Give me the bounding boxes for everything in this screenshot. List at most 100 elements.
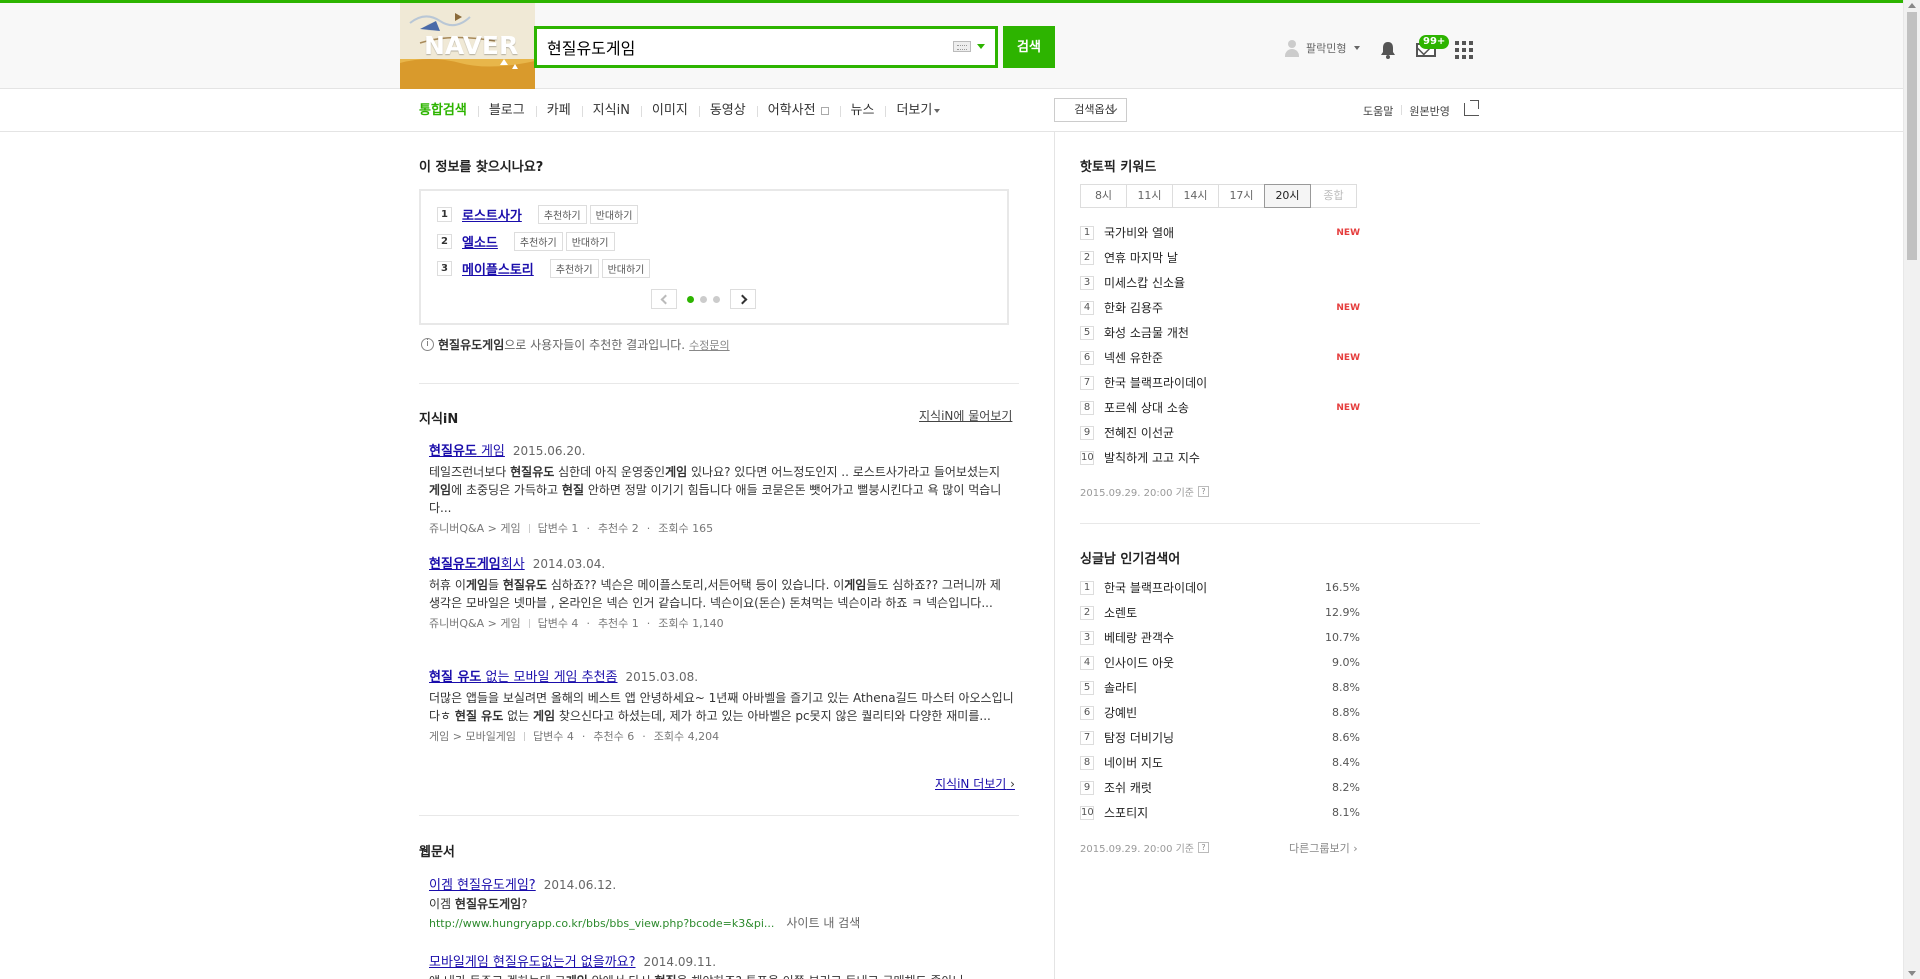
keyword-link[interactable]: 한국 블랙프라이데이 (1104, 374, 1207, 391)
pager-dot[interactable] (700, 295, 707, 303)
scroll-thumb[interactable] (1907, 12, 1917, 260)
tab-image[interactable]: 이미지 (640, 89, 699, 132)
tab-cafe[interactable]: 카페 (535, 89, 582, 132)
result-title-link[interactable]: 현질유도게임회사 (429, 557, 525, 572)
hour-tab[interactable]: 17시 (1218, 184, 1265, 208)
result-title-link[interactable]: 현질유도 게임 (429, 444, 505, 459)
help-icon[interactable]: ? (1198, 486, 1210, 497)
keyword-link[interactable]: 화성 소금물 개천 (1104, 324, 1189, 341)
hour-tab[interactable]: 11시 (1126, 184, 1173, 208)
hour-tab[interactable]: 8시 (1080, 184, 1127, 208)
recommend-link[interactable]: 로스트사가 (462, 205, 522, 224)
keyword-row[interactable]: 4 한화 김용주 NEW (1080, 295, 1360, 320)
keyword-row[interactable]: 6 강예빈 8.8% (1080, 700, 1360, 725)
keyword-link[interactable]: 한화 김용주 (1104, 299, 1163, 316)
keyword-row[interactable]: 8 포르쉐 상대 소송 NEW (1080, 395, 1360, 420)
keyword-link[interactable]: 전혜진 이선균 (1104, 424, 1174, 441)
keyword-row[interactable]: 1 국가비와 열애 NEW (1080, 220, 1360, 245)
scroll-down-icon[interactable] (1908, 971, 1916, 976)
apps-grid-icon[interactable] (1455, 41, 1473, 59)
correction-inquiry-link[interactable]: 수정문의 (689, 337, 729, 353)
keyword-row[interactable]: 6 넥센 유한준 NEW (1080, 345, 1360, 370)
keyword-link[interactable]: 스포티지 (1104, 804, 1148, 821)
keyword-link[interactable]: 연휴 마지막 날 (1104, 249, 1178, 266)
pager-next-button[interactable] (730, 289, 756, 309)
help-icon[interactable]: ? (1198, 842, 1210, 853)
keyword-row[interactable]: 10 발칙하게 고고 지수 (1080, 445, 1360, 470)
recommend-down-button[interactable]: 반대하기 (589, 205, 639, 224)
keyword-link[interactable]: 인사이드 아웃 (1104, 654, 1174, 671)
recommend-up-button[interactable]: 추천하기 (549, 259, 599, 278)
keyword-row[interactable]: 9 전혜진 이선균 (1080, 420, 1360, 445)
hour-tab-active[interactable]: 20시 (1264, 184, 1311, 208)
scroll-up-icon[interactable] (1908, 3, 1916, 8)
keyword-link[interactable]: 한국 블랙프라이데이 (1104, 579, 1207, 596)
recommend-up-button[interactable]: 추천하기 (513, 232, 563, 251)
keyword-row[interactable]: 2 연휴 마지막 날 (1080, 245, 1360, 270)
recommend-link[interactable]: 메이플스토리 (462, 259, 534, 278)
keyword-row[interactable]: 3 미세스캅 신소율 (1080, 270, 1360, 295)
search-options-button[interactable]: 검색옵션 (1054, 98, 1127, 122)
user-menu[interactable]: 팔락민형 (1284, 39, 1361, 57)
kin-ask-link[interactable]: 지식iN에 물어보기 (919, 407, 1012, 424)
tab-more[interactable]: 더보기 (885, 89, 951, 132)
naver-logo[interactable]: NAVER (424, 31, 518, 60)
recommend-down-button[interactable]: 반대하기 (565, 232, 615, 251)
keyword-link[interactable]: 발칙하게 고고 지수 (1104, 449, 1200, 466)
autocomplete-toggle-icon[interactable] (977, 44, 985, 49)
search-input[interactable] (547, 36, 927, 58)
keyword-row[interactable]: 1 한국 블랙프라이데이 16.5% (1080, 575, 1360, 600)
help-link[interactable]: 도움말 (1355, 103, 1401, 119)
keyword-row[interactable]: 7 탐정 더비기닝 8.6% (1080, 725, 1360, 750)
tab-integrated[interactable]: 통합검색 (419, 89, 478, 132)
site-search-link[interactable]: 사이트 내 검색 (786, 916, 860, 930)
search-button[interactable]: 검색 (1003, 26, 1055, 68)
keyword-row[interactable]: 2 소렌토 12.9% (1080, 600, 1360, 625)
result-title-link[interactable]: 모바일게임 현질유도없는거 없을까요? (429, 955, 636, 970)
result-url[interactable]: http://www.hungryapp.co.kr/bbs/bbs_view.… (429, 917, 774, 930)
recommend-link[interactable]: 엘소드 (462, 232, 498, 251)
result-category[interactable]: 쥬니버Q&A > 게임 (429, 615, 521, 631)
keyword-row[interactable]: 8 네이버 지도 8.4% (1080, 750, 1360, 775)
result-title-link[interactable]: 현질 유도 없는 모바일 게임 추천좀 (429, 670, 618, 685)
notification-bell-icon[interactable] (1380, 41, 1396, 59)
result-title-link[interactable]: 이겜 현질유도게임? (429, 878, 536, 893)
keyword-link[interactable]: 소렌토 (1104, 604, 1137, 621)
tab-blog[interactable]: 블로그 (477, 89, 536, 132)
keyword-link[interactable]: 포르쉐 상대 소송 (1104, 399, 1189, 416)
keyword-row[interactable]: 3 베테랑 관객수 10.7% (1080, 625, 1360, 650)
keyword-row[interactable]: 10 스포티지 8.1% (1080, 800, 1360, 825)
tab-video[interactable]: 동영상 (698, 89, 757, 132)
recommend-up-button[interactable]: 추천하기 (537, 205, 587, 224)
keyword-row[interactable]: 9 조쉬 캐럿 8.2% (1080, 775, 1360, 800)
pager-dot[interactable] (713, 295, 720, 303)
keyword-row[interactable]: 4 인사이드 아웃 9.0% (1080, 650, 1360, 675)
keyword-link[interactable]: 솔라티 (1104, 679, 1137, 696)
tab-news[interactable]: 뉴스 (839, 89, 886, 132)
hour-tab[interactable]: 14시 (1172, 184, 1219, 208)
source-report-link[interactable]: 원본반영 (1401, 103, 1457, 119)
tab-kin[interactable]: 지식iN (581, 89, 641, 132)
keyword-row[interactable]: 7 한국 블랙프라이데이 (1080, 370, 1360, 395)
keyword-link[interactable]: 조쉬 캐럿 (1104, 779, 1152, 796)
keyword-row[interactable]: 5 솔라티 8.8% (1080, 675, 1360, 700)
keyword-link[interactable]: 탐정 더비기닝 (1104, 729, 1174, 746)
page-scrollbar[interactable] (1903, 0, 1920, 979)
result-category[interactable]: 게임 > 모바일게임 (429, 728, 516, 744)
keyword-link[interactable]: 국가비와 열애 (1104, 224, 1174, 241)
keyword-link[interactable]: 네이버 지도 (1104, 754, 1163, 771)
keyword-row[interactable]: 5 화성 소금물 개천 (1080, 320, 1360, 345)
keyword-link[interactable]: 미세스캅 신소율 (1104, 274, 1185, 291)
keyboard-icon[interactable] (953, 41, 971, 52)
other-group-link[interactable]: 다른그룹보기 (1289, 840, 1358, 856)
keyword-link[interactable]: 강예빈 (1104, 704, 1137, 721)
pager-prev-button[interactable] (651, 289, 677, 309)
recommend-down-button[interactable]: 반대하기 (601, 259, 651, 278)
keyword-link[interactable]: 베테랑 관객수 (1104, 629, 1174, 646)
hour-tab[interactable]: 종합 (1310, 184, 1357, 208)
kin-more-link[interactable]: 지식iN 더보기 (935, 775, 1015, 792)
pager-dot[interactable] (687, 295, 694, 303)
result-category[interactable]: 쥬니버Q&A > 게임 (429, 520, 521, 536)
tab-dictionary[interactable]: 어학사전 (756, 89, 840, 132)
keyword-link[interactable]: 넥센 유한준 (1104, 349, 1163, 366)
